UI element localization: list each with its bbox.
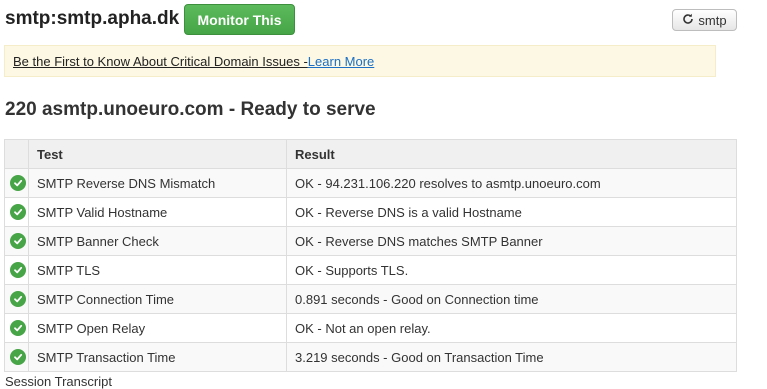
test-name-cell: SMTP Valid Hostname — [28, 197, 287, 227]
check-circle-icon — [10, 349, 26, 365]
test-result-cell: 0.891 seconds - Good on Connection time — [286, 284, 737, 314]
results-table: Test Result SMTP Reverse DNS Mismatch OK … — [4, 139, 737, 372]
test-name-cell: SMTP Reverse DNS Mismatch — [28, 168, 287, 198]
learn-more-link[interactable]: Learn More — [308, 54, 374, 69]
status-cell — [4, 255, 29, 285]
test-result-cell: OK - Supports TLS. — [286, 255, 737, 285]
table-row: SMTP Open Relay OK - Not an open relay. — [4, 313, 737, 343]
check-circle-icon — [10, 175, 26, 191]
table-row: SMTP Banner Check OK - Reverse DNS matche… — [4, 226, 737, 256]
table-row: SMTP Reverse DNS Mismatch OK - 94.231.106… — [4, 168, 737, 198]
refresh-smtp-button[interactable]: smtp — [672, 9, 737, 31]
page-title: smtp:smtp.apha.dk — [5, 8, 180, 29]
status-cell — [4, 168, 29, 198]
status-cell — [4, 313, 29, 343]
test-result-cell: OK - Reverse DNS matches SMTP Banner — [286, 226, 737, 256]
refresh-icon — [682, 13, 694, 28]
table-header-row: Test Result — [4, 139, 737, 169]
header-test: Test — [28, 139, 287, 169]
header-status — [4, 139, 29, 169]
test-name-cell: SMTP TLS — [28, 255, 287, 285]
test-name-cell: SMTP Connection Time — [28, 284, 287, 314]
check-circle-icon — [10, 233, 26, 249]
monitor-this-button[interactable]: Monitor This — [184, 4, 295, 35]
test-name-cell: SMTP Transaction Time — [28, 342, 287, 372]
test-name-cell: SMTP Banner Check — [28, 226, 287, 256]
smtp-response-heading: 220 asmtp.unoeuro.com - Ready to serve — [5, 99, 376, 120]
refresh-smtp-label: smtp — [698, 12, 727, 28]
status-cell — [4, 284, 29, 314]
table-row: SMTP TLS OK - Supports TLS. — [4, 255, 737, 285]
test-result-cell: OK - Reverse DNS is a valid Hostname — [286, 197, 737, 227]
check-circle-icon — [10, 320, 26, 336]
test-result-cell: 3.219 seconds - Good on Transaction Time — [286, 342, 737, 372]
promo-banner: Be the First to Know About Critical Doma… — [4, 45, 716, 77]
banner-text[interactable]: Be the First to Know About Critical Doma… — [13, 54, 308, 69]
status-cell — [4, 226, 29, 256]
status-cell — [4, 342, 29, 372]
check-circle-icon — [10, 262, 26, 278]
test-name-cell: SMTP Open Relay — [28, 313, 287, 343]
table-row: SMTP Transaction Time 3.219 seconds - Goo… — [4, 342, 737, 372]
check-circle-icon — [10, 291, 26, 307]
status-cell — [4, 197, 29, 227]
test-result-cell: OK - Not an open relay. — [286, 313, 737, 343]
test-result-cell: OK - 94.231.106.220 resolves to asmtp.un… — [286, 168, 737, 198]
table-row: SMTP Connection Time 0.891 seconds - Good… — [4, 284, 737, 314]
check-circle-icon — [10, 204, 26, 220]
table-row: SMTP Valid Hostname OK - Reverse DNS is a… — [4, 197, 737, 227]
header-result: Result — [286, 139, 737, 169]
